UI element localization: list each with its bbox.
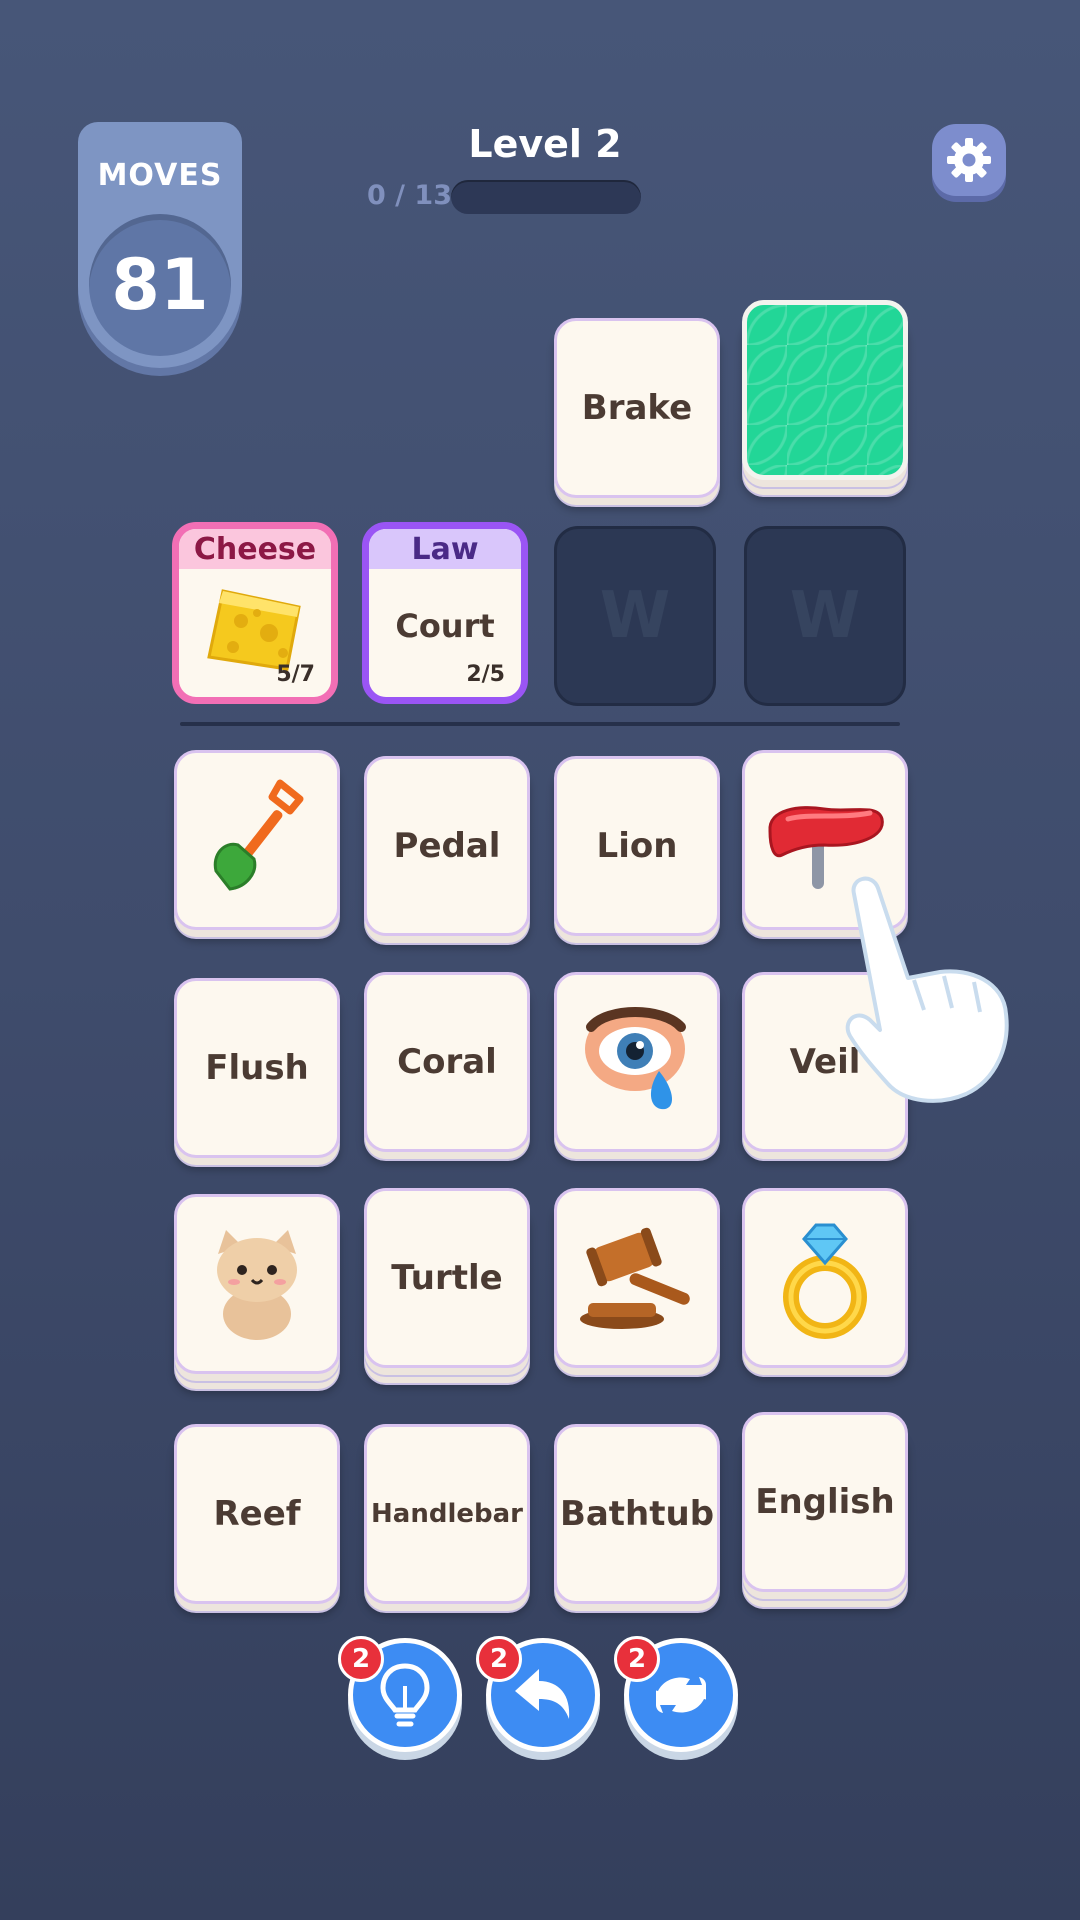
card-label: Bathtub <box>559 1494 715 1534</box>
card-label: Lion <box>596 826 678 866</box>
category-progress: 5/7 <box>276 662 315 687</box>
image-card-crying-eye[interactable] <box>554 972 720 1152</box>
card-label: Flush <box>205 1048 309 1088</box>
image-card-gavel[interactable] <box>554 1188 720 1368</box>
slot-placeholder-mark: W <box>789 579 861 653</box>
cheese-icon <box>207 589 301 671</box>
moves-badge: MOVES 81 <box>78 122 242 368</box>
card-label: Coral <box>397 1042 497 1082</box>
empty-category-slot: W <box>554 526 716 706</box>
hint-count-badge: 2 <box>338 1636 384 1682</box>
undo-count-badge: 2 <box>476 1636 522 1682</box>
level-title: Level 2 <box>468 122 622 166</box>
gear-icon <box>947 138 991 182</box>
pointing-hand-icon <box>845 876 1009 1103</box>
word-card-handlebar[interactable]: Handlebar <box>364 1424 530 1604</box>
cat-icon <box>217 1230 297 1340</box>
card-label: Pedal <box>393 826 501 866</box>
card-label: Reef <box>213 1494 301 1534</box>
ring-icon <box>783 1223 867 1339</box>
card-label: English <box>755 1482 895 1522</box>
word-card-flush[interactable]: Flush <box>174 978 340 1158</box>
lightbulb-icon <box>380 1663 430 1727</box>
word-card-pedal[interactable]: Pedal <box>364 756 530 936</box>
deck-pile[interactable] <box>742 300 908 480</box>
gavel-icon <box>580 1227 690 1329</box>
category-progress: 2/5 <box>466 662 505 687</box>
word-card-coral[interactable]: Coral <box>364 972 530 1152</box>
divider <box>180 722 900 726</box>
card-label: Brake <box>581 388 693 428</box>
crying-eye-icon <box>585 1007 686 1110</box>
shuffle-count-badge: 2 <box>614 1636 660 1682</box>
progress-bar <box>451 180 641 214</box>
category-slot-cheese[interactable]: Cheese 5/7 <box>172 522 338 704</box>
moves-label: MOVES <box>97 158 223 193</box>
word-card-reef[interactable]: Reef <box>174 1424 340 1604</box>
image-card-cat[interactable] <box>174 1194 340 1374</box>
undo-arrow-icon <box>515 1669 570 1719</box>
card-label: Turtle <box>391 1258 503 1298</box>
slot-placeholder-mark: W <box>599 579 671 653</box>
word-card-brake[interactable]: Brake <box>554 318 720 498</box>
shovel-icon <box>213 779 304 891</box>
card-label: Handlebar <box>371 1499 523 1529</box>
image-card-shovel[interactable] <box>174 750 340 930</box>
image-card-ring[interactable] <box>742 1188 908 1368</box>
settings-button[interactable] <box>932 124 1006 196</box>
word-card-bathtub[interactable]: Bathtub <box>554 1424 720 1604</box>
empty-category-slot: W <box>744 526 906 706</box>
word-card-english[interactable]: English <box>742 1412 908 1592</box>
progress-text: 0 / 13 <box>366 180 452 211</box>
category-slot-law[interactable]: Law Court 2/5 <box>362 522 528 704</box>
moves-counter: 81 <box>89 214 231 356</box>
shuffle-icon <box>650 1669 712 1721</box>
category-title: Cheese <box>179 529 331 569</box>
category-word: Court <box>395 607 495 645</box>
word-card-lion[interactable]: Lion <box>554 756 720 936</box>
word-card-turtle[interactable]: Turtle <box>364 1188 530 1368</box>
category-title: Law <box>369 529 521 569</box>
